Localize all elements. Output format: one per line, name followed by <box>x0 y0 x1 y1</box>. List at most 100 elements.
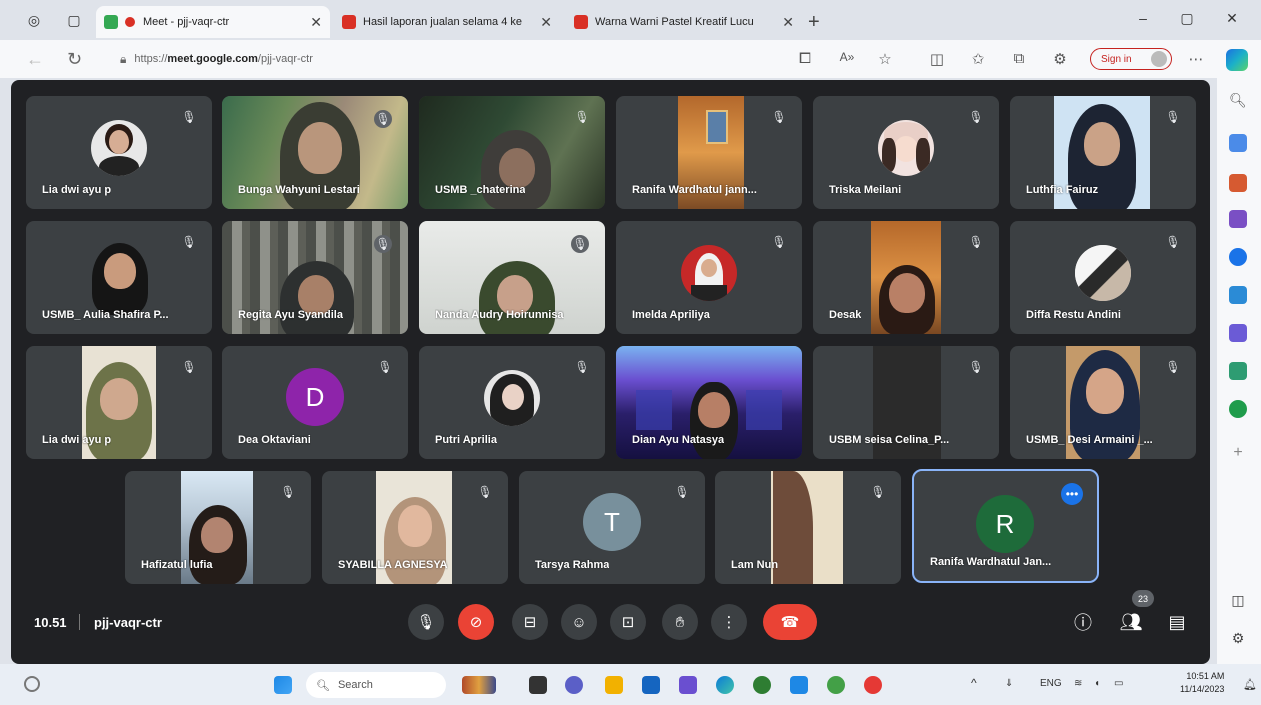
wifi-icon[interactable]: ≋ <box>1074 678 1082 689</box>
participant-tile[interactable]: 🎙︎ Bunga Wahyuni Lestari <box>222 96 408 209</box>
more-options-button[interactable]: ⋮ <box>711 604 747 640</box>
office-icon[interactable] <box>1229 324 1247 342</box>
photos-icon[interactable] <box>679 676 697 694</box>
tab-warna[interactable]: Warna Warni Pastel Kreatif Lucu ✕ <box>566 6 802 38</box>
outlook-icon[interactable] <box>1229 286 1247 304</box>
chat-app-icon[interactable] <box>565 676 583 694</box>
tab-report[interactable]: Hasil laporan jualan selama 4 ke ✕ <box>334 6 560 38</box>
profile-photo-icon <box>1075 245 1131 301</box>
captions-button[interactable]: ⊟ <box>512 604 548 640</box>
participant-tile[interactable]: 🎙︎ Ranifa Wardhatul jann... <box>616 96 802 209</box>
volume-icon[interactable]: ◖ <box>1094 678 1100 689</box>
participant-tile[interactable]: 🎙︎ Lia dwi ayu p <box>26 96 212 209</box>
people-button[interactable]: 👥︎ <box>1118 609 1144 635</box>
notification-bell-icon[interactable]: 🔔︎ <box>1243 678 1257 691</box>
app-icon[interactable] <box>790 676 808 694</box>
participant-tile-self[interactable]: R ••• Ranifa Wardhatul Jan... <box>912 469 1099 583</box>
close-tab-icon[interactable]: ✕ <box>782 14 794 31</box>
meeting-details-button[interactable]: ⓘ <box>1070 609 1096 635</box>
participant-tile[interactable]: 🎙︎ Regita Ayu Syandila <box>222 221 408 334</box>
app-icon[interactable] <box>827 676 845 694</box>
participant-tile[interactable]: 🎙︎ SYABILLA AGNESYA <box>322 471 508 584</box>
participant-tile[interactable]: 🎙︎ USMB_ Aulia Shafira P... <box>26 221 212 334</box>
language-indicator[interactable]: ENG <box>1040 678 1062 689</box>
search-icon[interactable]: 🔍︎ <box>1229 92 1247 110</box>
participant-tile[interactable]: 🎙︎ Hafizatul lufia <box>125 471 311 584</box>
participant-tile[interactable]: 🎙︎ Luthfia Fairuz <box>1010 96 1196 209</box>
more-menu-icon[interactable]: ⋯ <box>1186 50 1206 68</box>
games-icon[interactable] <box>1229 248 1247 266</box>
news-widget-icon[interactable] <box>462 676 496 694</box>
drop-icon[interactable] <box>1229 362 1247 380</box>
copilot-icon[interactable] <box>1226 49 1248 71</box>
close-tab-icon[interactable]: ✕ <box>540 14 552 31</box>
url-prefix: https:// <box>134 53 168 65</box>
start-icon[interactable] <box>274 676 292 694</box>
microphone-button[interactable]: 🎙︎ <box>408 604 444 640</box>
collections-icon[interactable]: ⧉ <box>1009 50 1029 67</box>
tab-actions-icon[interactable]: ▢ <box>64 10 84 30</box>
widgets-icon[interactable] <box>24 676 40 692</box>
participant-tile[interactable]: 🎙︎ USMB _chaterina <box>419 96 605 209</box>
close-window-icon[interactable]: ✕ <box>1222 10 1242 27</box>
leave-call-button[interactable]: ☎︎ <box>763 604 817 640</box>
participant-name: Imelda Apriliya <box>632 309 710 321</box>
usb-icon[interactable]: ⇓ <box>1005 678 1013 689</box>
participant-tile[interactable]: 🎙︎ Triska Meilani <box>813 96 999 209</box>
back-icon[interactable]: ← <box>26 49 44 70</box>
refresh-icon[interactable]: ↻ <box>67 49 82 70</box>
close-tab-icon[interactable]: ✕ <box>310 14 322 31</box>
tab-meet[interactable]: Meet - pjj-vaqr-ctr ✕ <box>96 6 330 38</box>
background-shape <box>746 390 782 430</box>
edge-browser-icon[interactable] <box>716 676 734 694</box>
camera-in-use-icon[interactable]: ⧠ <box>795 50 815 67</box>
reactions-button[interactable]: ☺ <box>561 604 597 640</box>
raise-hand-button[interactable]: ✋︎ <box>662 604 698 640</box>
participant-tile[interactable]: T 🎙︎ Tarsya Rahma <box>519 471 705 584</box>
present-button[interactable]: ⊡ <box>610 604 646 640</box>
settings-gear-icon[interactable]: ⚙ <box>1229 630 1247 648</box>
battery-icon[interactable]: ▭ <box>1114 678 1123 689</box>
participant-tile[interactable]: 🎙︎ Diffa Restu Andini <box>1010 221 1196 334</box>
task-view-icon[interactable] <box>529 676 547 694</box>
workspaces-icon[interactable]: ◎ <box>24 10 44 30</box>
app-icon[interactable] <box>753 676 771 694</box>
participant-tile[interactable]: 🎙︎ Putri Aprilia <box>419 346 605 459</box>
extensions-icon[interactable]: ⚙ <box>1050 50 1070 68</box>
taskbar-search[interactable]: 🔍︎ Search <box>306 672 446 698</box>
app-icon[interactable] <box>864 676 882 694</box>
minimize-icon[interactable]: – <box>1133 10 1153 26</box>
participant-tile[interactable]: D 🎙︎ Dea Oktaviani <box>222 346 408 459</box>
participant-tile[interactable]: 🎙︎ Lam Nun <box>715 471 901 584</box>
participant-name: Hafizatul lufia <box>141 559 213 571</box>
clock[interactable]: 10:51 AM 11/14/2023 <box>1180 670 1224 696</box>
file-explorer-icon[interactable] <box>605 676 623 694</box>
new-tab-icon[interactable]: + <box>808 11 820 34</box>
search-placeholder: Search <box>337 679 373 691</box>
discover-icon[interactable] <box>1229 134 1247 152</box>
favorite-star-icon[interactable]: ☆ <box>875 50 895 68</box>
participant-tile[interactable]: 🎙︎ Imelda Apriliya <box>616 221 802 334</box>
sign-in-button[interactable]: Sign in <box>1090 48 1172 70</box>
participant-tile[interactable]: 🎙︎ Nanda Audry Hoirunnisa <box>419 221 605 334</box>
split-screen-icon[interactable]: ◫ <box>927 50 947 68</box>
store-icon[interactable] <box>642 676 660 694</box>
tree-icon[interactable] <box>1229 400 1247 418</box>
maximize-icon[interactable]: ▢ <box>1177 10 1197 27</box>
participant-tile[interactable]: Dian Ayu Natasya <box>616 346 802 459</box>
show-hidden-icons-icon[interactable]: ^ <box>971 676 977 690</box>
participant-tile[interactable]: 🎙︎ Lia dwi ayu p <box>26 346 212 459</box>
add-sidebar-icon[interactable]: + <box>1229 444 1247 462</box>
participant-tile[interactable]: 🎙︎ USMB_ Desi Armaini _... <box>1010 346 1196 459</box>
favorites-icon[interactable]: ✩ <box>968 50 988 68</box>
sidebar-toggle-icon[interactable]: ◫ <box>1229 592 1247 610</box>
camera-off-button[interactable]: ⊘ <box>458 604 494 640</box>
read-aloud-icon[interactable]: A» <box>837 50 857 64</box>
shopping-icon[interactable] <box>1229 174 1247 192</box>
participant-tile[interactable]: 🎙︎ USBM seisa Celina_P... <box>813 346 999 459</box>
chat-button[interactable]: ▤ <box>1164 609 1190 635</box>
more-options-icon[interactable]: ••• <box>1061 483 1083 505</box>
url-field[interactable]: 🔒︎ https:// meet.google.com /pjj-vaqr-ct… <box>106 46 826 72</box>
tools-icon[interactable] <box>1229 210 1247 228</box>
participant-tile[interactable]: 🎙︎ Desak <box>813 221 999 334</box>
